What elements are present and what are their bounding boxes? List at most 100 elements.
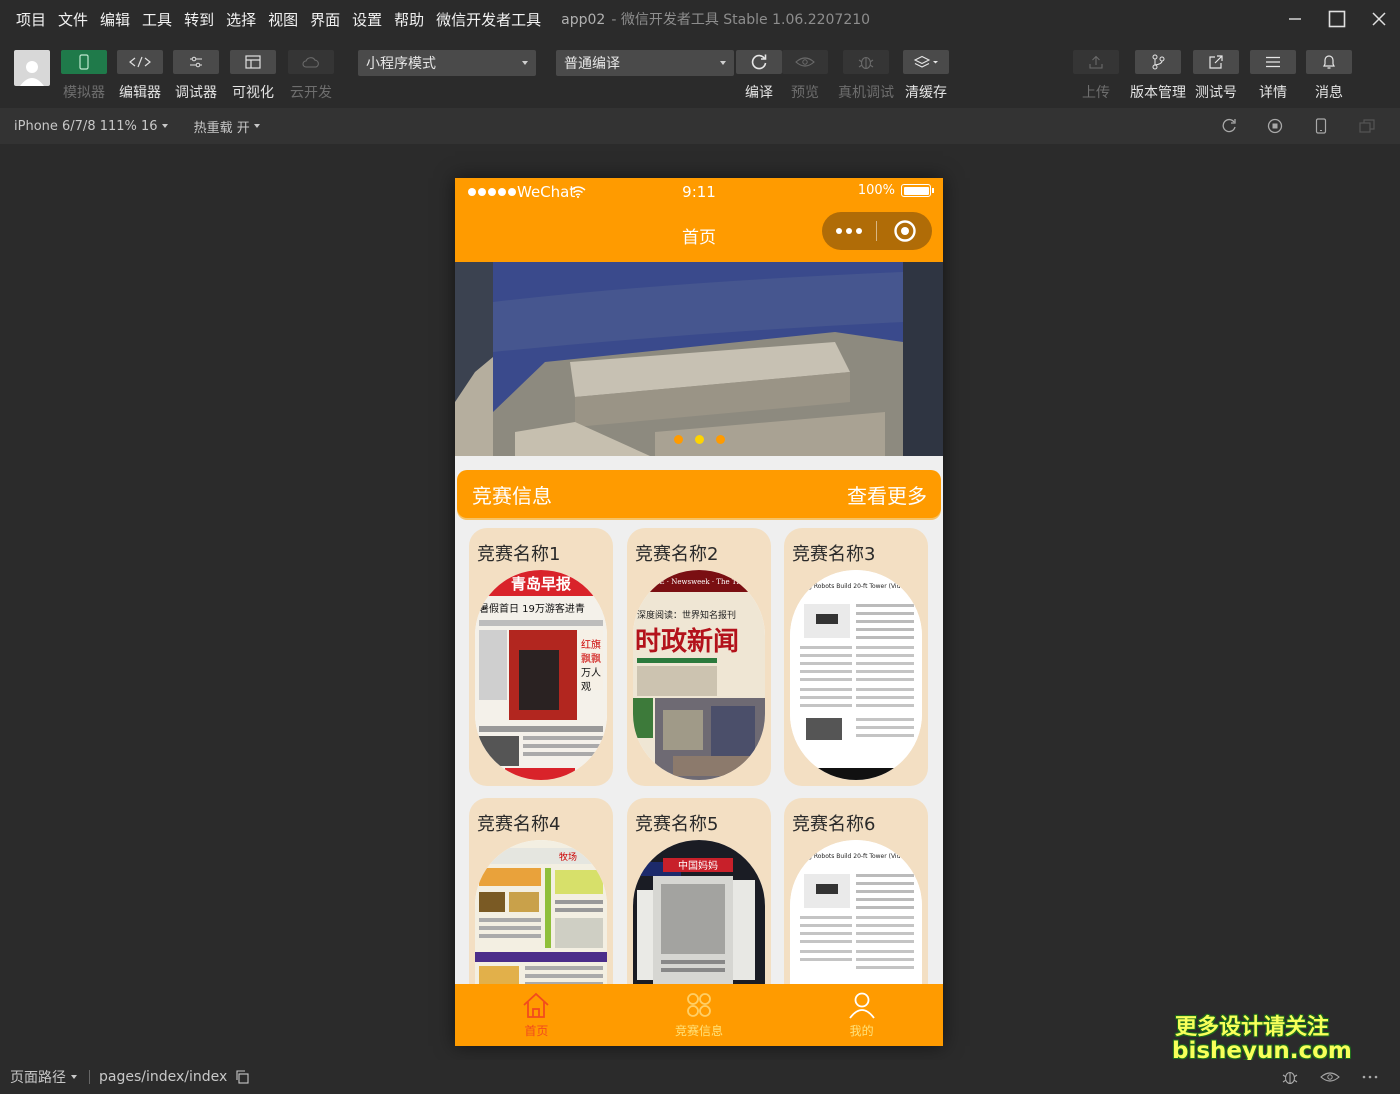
watermark-line1: 更多设计请关注 [1174,1015,1329,1040]
tab-home[interactable]: 首页 [455,984,618,1046]
tab-competitions[interactable]: 竞赛信息 [618,984,781,1046]
image-caption: 深度阅读：世界知名报刊 [637,609,736,621]
image-headline: 中国妈妈 [678,859,718,872]
cloud-button[interactable]: 云开发 [287,50,335,102]
chevron-down-icon [522,61,528,65]
user-avatar[interactable] [14,50,50,86]
banner-dot[interactable] [673,435,683,444]
competition-image: TIME · Newsweek · The Times 深度阅读：世界知名报刊 … [633,570,765,780]
more-options-button[interactable] [1350,1074,1390,1080]
status-footer: 页面路径 pages/index/index [0,1060,1400,1094]
banner-dot[interactable] [715,435,725,444]
chevron-down-icon [720,61,726,65]
messages-button[interactable]: 消息 [1305,50,1353,102]
competition-image: Flying Robots Build 20-ft Tower (Video) [790,570,922,780]
menu-view[interactable]: 视图 [268,9,298,30]
clear-cache-label: 清缓存 [905,85,947,101]
bug-button[interactable] [1270,1069,1310,1085]
svg-text:飘飘: 飘飘 [581,653,601,665]
menu-edit[interactable]: 编辑 [100,9,130,30]
menu-wechat-devtools[interactable]: 微信开发者工具 [436,9,541,30]
menu-interface[interactable]: 界面 [310,9,340,30]
chevron-down-icon [161,124,168,128]
footer-actions [1270,1060,1390,1094]
capsule-close-button[interactable] [877,219,932,243]
minimize-button[interactable] [1274,0,1316,38]
tab-mine-label: 我的 [849,1024,874,1038]
menu-goto[interactable]: 转到 [184,9,214,30]
simulator-button[interactable]: 模拟器 [60,50,108,102]
competition-card[interactable]: 竞赛名称2 TIME · Newsweek · The Times 深度阅读：世… [627,528,771,786]
list-icon [1266,56,1280,68]
title-bar: 项目 文件 编辑 工具 转到 选择 视图 界面 设置 帮助 微信开发者工具 ap… [0,0,1400,38]
device-bar: iPhone 6/7/8 111% 16 热重载 开 [0,108,1400,144]
device-select-value: iPhone 6/7/8 111% 16 [14,118,158,134]
banner-swiper[interactable] [455,262,943,456]
window-title: app02 - 微信开发者工具 Stable 1.06.2207210 [561,9,870,29]
detach-button[interactable] [1344,119,1390,133]
more-button[interactable] [822,228,876,234]
phone-view-button[interactable] [1298,118,1344,134]
close-icon [1372,12,1386,26]
competition-card[interactable]: 竞赛名称1 青岛早报 暑假首日 19万游客进青 红旗 飘飘 万人 观 [469,528,613,786]
competition-image: 青岛早报 暑假首日 19万游客进青 红旗 飘飘 万人 观 [475,570,607,780]
clear-cache-button[interactable]: 清缓存 [902,50,950,102]
menu-help[interactable]: 帮助 [394,9,424,30]
tab-mine[interactable]: 我的 [780,984,943,1046]
upload-button[interactable]: 上传 [1072,50,1120,102]
refresh-icon [751,54,767,70]
menu-tools[interactable]: 工具 [142,9,172,30]
editor-button[interactable]: 编辑器 [116,50,164,102]
debugger-button[interactable]: 调试器 [172,50,220,102]
app-name: app02 [561,12,606,28]
copy-icon[interactable] [235,1070,249,1084]
target-close-icon [893,220,916,242]
editor-label: 编辑器 [119,85,161,101]
banner-dot-active[interactable] [694,435,704,444]
menu-settings[interactable]: 设置 [352,9,382,30]
section-header: 竞赛信息 查看更多 [457,470,941,518]
version-button[interactable]: 版本管理 [1130,50,1186,102]
watermark: 更多设计请关注 bisheyun.com [1172,1015,1352,1063]
eye-button[interactable] [1310,1071,1350,1083]
menu-select[interactable]: 选择 [226,9,256,30]
debugger-label: 调试器 [175,85,217,101]
visual-button[interactable]: 可视化 [229,50,277,102]
preview-button[interactable]: 预览 [781,50,829,102]
user-icon [20,61,44,86]
banner-image [455,262,943,456]
details-button[interactable]: 详情 [1249,50,1297,102]
competition-name: 竞赛名称2 [635,544,719,565]
compile-select[interactable]: 普通编译 [556,50,734,76]
menu-project[interactable]: 项目 [16,9,46,30]
menu-file[interactable]: 文件 [58,9,88,30]
view-more-link[interactable]: 查看更多 [847,480,927,509]
window-detach-icon [1359,119,1375,133]
svg-text:万人: 万人 [581,667,601,679]
tab-bar: 首页 竞赛信息 我的 [455,984,943,1046]
phone-icon [1315,118,1327,134]
close-button[interactable] [1358,0,1400,38]
device-select[interactable]: iPhone 6/7/8 111% 16 [14,119,168,134]
simulator-label: 模拟器 [63,85,105,101]
compile-button[interactable]: 编译 [735,50,783,102]
status-bar: WeChat 9:11 100% [455,182,943,204]
rotate-button[interactable] [1206,118,1252,134]
competition-card[interactable]: 竞赛名称3 Flying Robots Build 20-ft Tower (V… [784,528,928,786]
image-caption: TIME · Newsweek · The Times [645,578,754,586]
remote-debug-button[interactable]: 真机调试 [838,50,894,102]
stop-button[interactable] [1252,118,1298,134]
user-icon [848,992,875,1019]
page-path-label: 页面路径 [10,1070,66,1086]
test-account-button[interactable]: 测试号 [1192,50,1240,102]
page-path-value: pages/index/index [99,1069,228,1085]
maximize-button[interactable] [1316,0,1358,38]
mode-select[interactable]: 小程序模式 [358,50,536,76]
phone-icon [79,54,89,70]
page-path-select[interactable]: 页面路径 [10,1067,77,1087]
image-headline: 青岛早报 [511,575,571,593]
eye-icon [1320,1072,1340,1082]
hot-reload-select[interactable]: 热重载 开 [194,117,260,136]
mode-select-value: 小程序模式 [366,56,436,72]
compile-select-value: 普通编译 [564,56,620,72]
